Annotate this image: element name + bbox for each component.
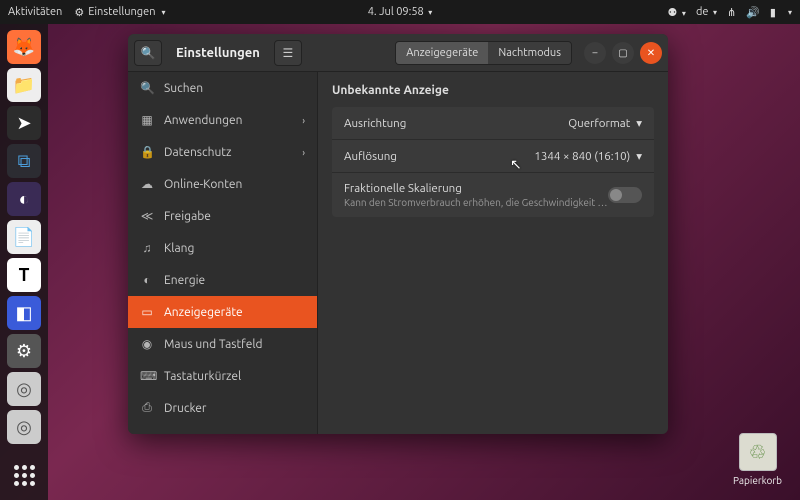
maximize-button[interactable]: ▢	[612, 42, 634, 64]
sidebar-icon: 🔍	[140, 81, 154, 95]
sidebar-icon: ▭	[140, 305, 154, 319]
trash-launcher[interactable]: ♲ Papierkorb	[733, 433, 782, 486]
dock-item-terminal[interactable]: ➤	[7, 106, 41, 140]
dock: 🦊 📁 ➤ ⧉ ◐ 📄 T ◧ ⚙ ◎ ◎	[0, 24, 48, 500]
dock-item-firefox[interactable]: 🦊	[7, 30, 41, 64]
settings-sidebar: 🔍 Suchen ▦ Anwendungen › 🔒 Datenschutz › ☁ Online…	[128, 72, 318, 434]
scaling-toggle[interactable]	[608, 187, 642, 203]
search-button[interactable]: 🔍	[134, 40, 162, 66]
keyboard-layout-indicator[interactable]: de ▾	[696, 6, 717, 18]
chevron-down-icon: ▾	[428, 8, 432, 17]
close-button[interactable]: ✕	[640, 42, 662, 64]
dock-item-disc2[interactable]: ◎	[7, 410, 41, 444]
orientation-value: Querformat	[568, 117, 630, 130]
sidebar-item-label: Klang	[164, 242, 194, 255]
dock-item-text[interactable]: T	[7, 258, 41, 292]
window-title: Einstellungen	[176, 46, 260, 60]
sidebar-item-label: Datenschutz	[164, 146, 232, 159]
chevron-down-icon: ▾	[788, 8, 792, 17]
resolution-label: Auflösung	[344, 150, 397, 163]
gear-icon: ⚙	[74, 6, 84, 19]
resolution-value: 1344 × 840 (16:10)	[534, 150, 630, 163]
volume-icon[interactable]: 🔊	[746, 6, 760, 19]
activities-button[interactable]: Aktivitäten	[8, 6, 62, 18]
sidebar-item-label: Drucker	[164, 402, 206, 415]
settings-window: 🔍 Einstellungen ☰ Anzeigegeräte Nachtmod…	[128, 34, 668, 434]
tab-night-mode[interactable]: Nachtmodus	[488, 42, 571, 64]
dock-item-vscode[interactable]: ⧉	[7, 144, 41, 178]
chevron-down-icon: ▾	[636, 149, 642, 163]
sidebar-item-label: Freigabe	[164, 210, 211, 223]
dock-item-screenshot[interactable]: ◧	[7, 296, 41, 330]
sidebar-item-label: Tastaturkürzel	[164, 370, 241, 383]
sidebar-item-anzeigegeräte[interactable]: ▭ Anzeigegeräte	[128, 296, 317, 328]
top-bar: Aktivitäten ⚙ Einstellungen ▾ 4. Jul 09:…	[0, 0, 800, 24]
sidebar-item-freigabe[interactable]: ≪ Freigabe	[128, 200, 317, 232]
battery-icon[interactable]: ▮	[770, 6, 776, 19]
chevron-right-icon: ›	[302, 115, 305, 126]
scaling-description: Kann den Stromverbrauch erhöhen, die Ges…	[344, 197, 607, 208]
app-menu-label: Einstellungen	[88, 6, 155, 18]
minimize-button[interactable]: –	[584, 42, 606, 64]
dock-item-eclipse[interactable]: ◐	[7, 182, 41, 216]
sidebar-item-label: Online-Konten	[164, 178, 242, 191]
chevron-down-icon: ▾	[636, 116, 642, 130]
main-panel: Unbekannte Anzeige Ausrichtung Querforma…	[318, 72, 668, 434]
network-icon[interactable]: ⋔	[727, 6, 736, 19]
clock[interactable]: 4. Jul 09:58 ▾	[368, 6, 433, 18]
trash-label: Papierkorb	[733, 475, 782, 486]
sidebar-item-energie[interactable]: ◐ Energie	[128, 264, 317, 296]
accessibility-icon[interactable]: ⚉ ▾	[668, 6, 686, 19]
sidebar-item-suchen[interactable]: 🔍 Suchen	[128, 72, 317, 104]
sidebar-item-drucker[interactable]: ⎙ Drucker	[128, 392, 317, 424]
sidebar-item-anwendungen[interactable]: ▦ Anwendungen ›	[128, 104, 317, 136]
tab-displays[interactable]: Anzeigegeräte	[396, 42, 488, 64]
sidebar-item-label: Wechselmedien	[164, 434, 249, 435]
sidebar-icon: ◉	[140, 337, 154, 351]
sidebar-item-label: Anzeigegeräte	[164, 306, 243, 319]
sidebar-item-label: Suchen	[164, 82, 203, 95]
resolution-row[interactable]: Auflösung 1344 × 840 (16:10) ▾	[332, 140, 654, 173]
sidebar-icon: ▦	[140, 113, 154, 127]
sidebar-icon: ⏏	[140, 433, 154, 434]
titlebar[interactable]: 🔍 Einstellungen ☰ Anzeigegeräte Nachtmod…	[128, 34, 668, 72]
sidebar-item-datenschutz[interactable]: 🔒 Datenschutz ›	[128, 136, 317, 168]
orientation-label: Ausrichtung	[344, 117, 406, 130]
sidebar-item-wechselmedien[interactable]: ⏏ Wechselmedien	[128, 424, 317, 434]
display-heading: Unbekannte Anzeige	[332, 84, 654, 97]
sidebar-item-maus-und-tastfeld[interactable]: ◉ Maus und Tastfeld	[128, 328, 317, 360]
show-applications-button[interactable]	[7, 458, 41, 492]
sidebar-icon: ≪	[140, 209, 154, 223]
sidebar-item-label: Maus und Tastfeld	[164, 338, 263, 351]
sidebar-item-label: Anwendungen	[164, 114, 243, 127]
fractional-scaling-row[interactable]: Fraktionelle Skalierung Kann den Stromve…	[332, 173, 654, 217]
sidebar-icon: ⎙	[140, 401, 154, 415]
hamburger-menu-button[interactable]: ☰	[274, 40, 302, 66]
sidebar-item-label: Energie	[164, 274, 205, 287]
dock-item-files[interactable]: 📁	[7, 68, 41, 102]
dock-item-disc[interactable]: ◎	[7, 372, 41, 406]
trash-icon: ♲	[739, 433, 777, 471]
view-switcher: Anzeigegeräte Nachtmodus	[395, 41, 572, 65]
sidebar-item-online-konten[interactable]: ☁ Online-Konten	[128, 168, 317, 200]
sidebar-icon: ◐	[140, 273, 154, 287]
sidebar-icon: ♫	[140, 241, 154, 255]
dock-item-libreoffice[interactable]: 📄	[7, 220, 41, 254]
sidebar-item-klang[interactable]: ♫ Klang	[128, 232, 317, 264]
sidebar-icon: ☁	[140, 177, 154, 191]
dock-item-settings[interactable]: ⚙	[7, 334, 41, 368]
sidebar-icon: ⌨	[140, 369, 154, 383]
scaling-label: Fraktionelle Skalierung	[344, 182, 607, 195]
app-menu[interactable]: ⚙ Einstellungen ▾	[74, 6, 165, 19]
chevron-right-icon: ›	[302, 147, 305, 158]
sidebar-icon: 🔒	[140, 145, 154, 159]
cursor-icon: ↖	[510, 156, 522, 173]
chevron-down-icon: ▾	[161, 8, 165, 17]
orientation-row[interactable]: Ausrichtung Querformat ▾	[332, 107, 654, 140]
sidebar-item-tastaturkürzel[interactable]: ⌨ Tastaturkürzel	[128, 360, 317, 392]
